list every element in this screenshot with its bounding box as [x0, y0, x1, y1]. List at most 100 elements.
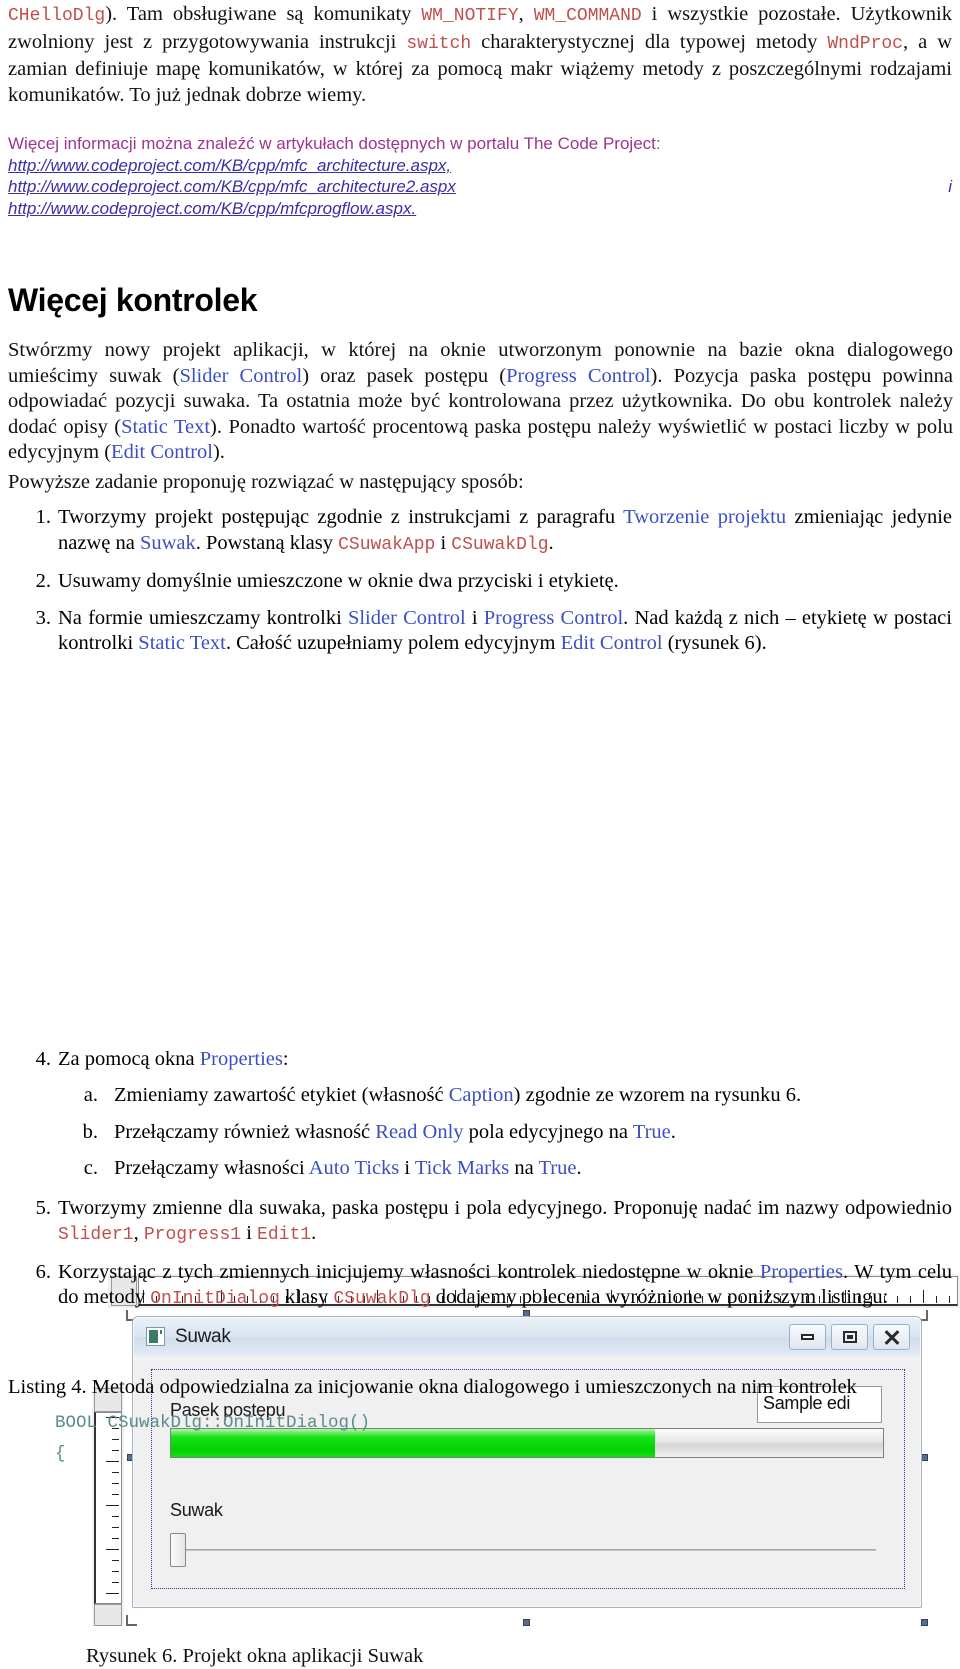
text-seg-8: charakterystycznej dla typowej metody — [471, 31, 827, 53]
ruler-tick — [112, 1538, 119, 1539]
steps-list: 1.Tworzymy projekt postępując zgodnie z … — [8, 505, 952, 1324]
section-heading: Więcej kontrolek — [8, 282, 257, 319]
more-info-lead: Więcej informacji można znaleźć w artyku… — [8, 133, 952, 155]
sub-b-p1: Przełączamy również własność — [114, 1121, 375, 1143]
ref-tick-marks: Tick Marks — [415, 1157, 509, 1179]
minimize-icon — [801, 1334, 814, 1340]
step5-p2: , — [134, 1222, 144, 1244]
listing-code-block: BOOL CSuwakDlg::OnInitDialog() { — [55, 1408, 935, 1470]
code-progress1: Progress1 — [144, 1225, 241, 1245]
static-text-slider-label[interactable]: Suwak — [170, 1498, 223, 1524]
selection-handle-bottom-right[interactable] — [921, 1619, 928, 1626]
sub-c-p1: Przełączamy własności — [114, 1157, 309, 1179]
ruler-v-bottom-box — [94, 1604, 122, 1626]
listing-caption: Listing 4. Metoda odpowiedzialna za inic… — [8, 1375, 952, 1401]
slider-track — [176, 1549, 876, 1551]
ruler-tick — [112, 1494, 119, 1495]
code-csuwakdlg-2: CSuwakDlg — [333, 1289, 430, 1309]
code-wm-command: WM_COMMAND — [534, 6, 642, 26]
code-csuwakapp: CSuwakApp — [338, 535, 435, 555]
ref-suwak: Suwak — [140, 532, 196, 554]
list-item-substep-a: a.Zmieniamy zawartość etykiet (własność … — [58, 1083, 952, 1109]
link-mfcprogflow[interactable]: http://www.codeproject.com/KB/cpp/mfcpro… — [8, 198, 952, 220]
listing-line-1: BOOL CSuwakDlg::OnInitDialog() — [55, 1413, 370, 1433]
substep-number: a. — [70, 1083, 98, 1109]
ref-progress-control: Progress Control — [506, 365, 650, 387]
ref-edit-control-2: Edit Control — [561, 632, 663, 654]
step5-p4: . — [311, 1222, 316, 1244]
code-switch: switch — [406, 34, 471, 54]
step-number: 6. — [21, 1260, 51, 1286]
ruler-tick — [112, 1527, 119, 1528]
link-row-architecture2: http://www.codeproject.com/KB/cpp/mfc_ar… — [8, 176, 952, 198]
ruler-tick — [112, 1560, 119, 1561]
text-seg-2: ). Tam obsługiwane są komunikaty — [105, 3, 421, 25]
step5-p1: Tworzymy zmienne dla suwaka, paska postę… — [58, 1197, 952, 1219]
more-info-block: Więcej informacji można znaleźć w artyku… — [8, 133, 952, 219]
code-csuwakdlg: CSuwakDlg — [451, 535, 548, 555]
minimize-button[interactable] — [789, 1324, 826, 1350]
list-item-step-1: 1.Tworzymy projekt postępując zgodnie z … — [8, 505, 952, 558]
sub-c-p3: na — [509, 1157, 538, 1179]
code-slider1: Slider1 — [58, 1225, 134, 1245]
ref-static-text: Static Text — [121, 416, 210, 438]
list-item-substep-b: b.Przełączamy również własność Read Only… — [58, 1120, 952, 1146]
step-number: 2. — [21, 569, 51, 595]
step-number: 3. — [21, 606, 51, 632]
step4-p1: Za pomocą okna — [58, 1048, 200, 1070]
window-buttons — [789, 1324, 910, 1350]
ruler-tick — [106, 1549, 119, 1550]
figure-caption: Rysunek 6. Projekt okna aplikacji Suwak — [86, 1644, 423, 1669]
maximize-icon — [843, 1331, 857, 1343]
proposal-line: Powyższe zadanie proponuję rozwiązać w n… — [8, 470, 938, 496]
document-page: CHelloDlg). Tam obsługiwane są komunikat… — [0, 0, 960, 1465]
step1-p3: . Powstaną klasy — [196, 532, 338, 554]
close-icon — [884, 1330, 899, 1344]
step6-p3: klasy — [280, 1286, 334, 1308]
list-item-step-2: 2.Usuwamy domyślnie umieszczone w oknie … — [8, 569, 952, 595]
link-mfc-architecture2[interactable]: http://www.codeproject.com/KB/cpp/mfc_ar… — [8, 176, 456, 198]
code-edit1: Edit1 — [257, 1225, 311, 1245]
link-mfc-architecture[interactable]: http://www.codeproject.com/KB/cpp/mfc_ar… — [8, 155, 952, 177]
ref-properties-2: Properties — [760, 1261, 843, 1283]
ref-tworzenie-projektu: Tworzenie projektu — [623, 506, 786, 528]
sub-b-p2: pola edycyjnego na — [464, 1121, 633, 1143]
ref-static-text-2: Static Text — [138, 632, 226, 654]
list-item-step-6: 6. Korzystając z tych zmiennych inicjujem… — [8, 1260, 952, 1313]
selection-handle-bottom[interactable] — [523, 1619, 530, 1626]
intro-continuation-paragraph: CHelloDlg). Tam obsługiwane są komunikat… — [8, 2, 952, 108]
step6-p1: Korzystając z tych zmiennych inicjujemy … — [58, 1261, 760, 1283]
substep-number: c. — [70, 1156, 98, 1182]
step3-p1: Na formie umieszczamy kontrolki — [58, 607, 348, 629]
ruler-tick — [106, 1593, 119, 1594]
ref-edit-control: Edit Control — [111, 441, 213, 463]
sub-b-p3: . — [671, 1121, 676, 1143]
dialog-client-area[interactable]: Pasek postępu Sample edi Suwak — [151, 1369, 905, 1589]
substeps-list: a.Zmieniamy zawartość etykiet (własność … — [58, 1083, 952, 1182]
ruler-tick — [112, 1571, 119, 1572]
slider-thumb[interactable] — [170, 1533, 186, 1567]
step1-p4: i — [435, 532, 451, 554]
list-item-step-5: 5.Tworzymy zmienne dla suwaka, paska pos… — [8, 1196, 952, 1249]
paragraph-message-map: CHelloDlg). Tam obsługiwane są komunikat… — [8, 2, 952, 108]
maximize-button[interactable] — [831, 1324, 868, 1350]
sub-c-p4: . — [576, 1157, 581, 1179]
dialog-title-text: Suwak — [175, 1324, 231, 1350]
listing-line-2: { — [55, 1444, 66, 1464]
ruler-tick — [112, 1483, 119, 1484]
link-row-trailing-i: i — [948, 176, 952, 198]
task-p2: ) oraz pasek postępu ( — [302, 365, 506, 387]
close-button[interactable] — [873, 1324, 910, 1350]
step3-p5: (rysunek 6). — [663, 632, 767, 654]
app-icon — [146, 1327, 165, 1346]
list-item-substep-c: c.Przełączamy własności Auto Ticks i Tic… — [58, 1156, 952, 1182]
ref-auto-ticks: Auto Ticks — [309, 1157, 400, 1179]
ruler-tick — [106, 1505, 119, 1506]
code-oninitdialog: OnInitDialog — [150, 1289, 280, 1309]
ref-true-1: True — [633, 1121, 671, 1143]
ruler-tick — [112, 1472, 119, 1473]
task-p5: ). — [213, 441, 225, 463]
guide-mark-bottom-left — [126, 1615, 137, 1626]
ref-properties: Properties — [200, 1048, 283, 1070]
slider-control[interactable] — [170, 1530, 884, 1570]
